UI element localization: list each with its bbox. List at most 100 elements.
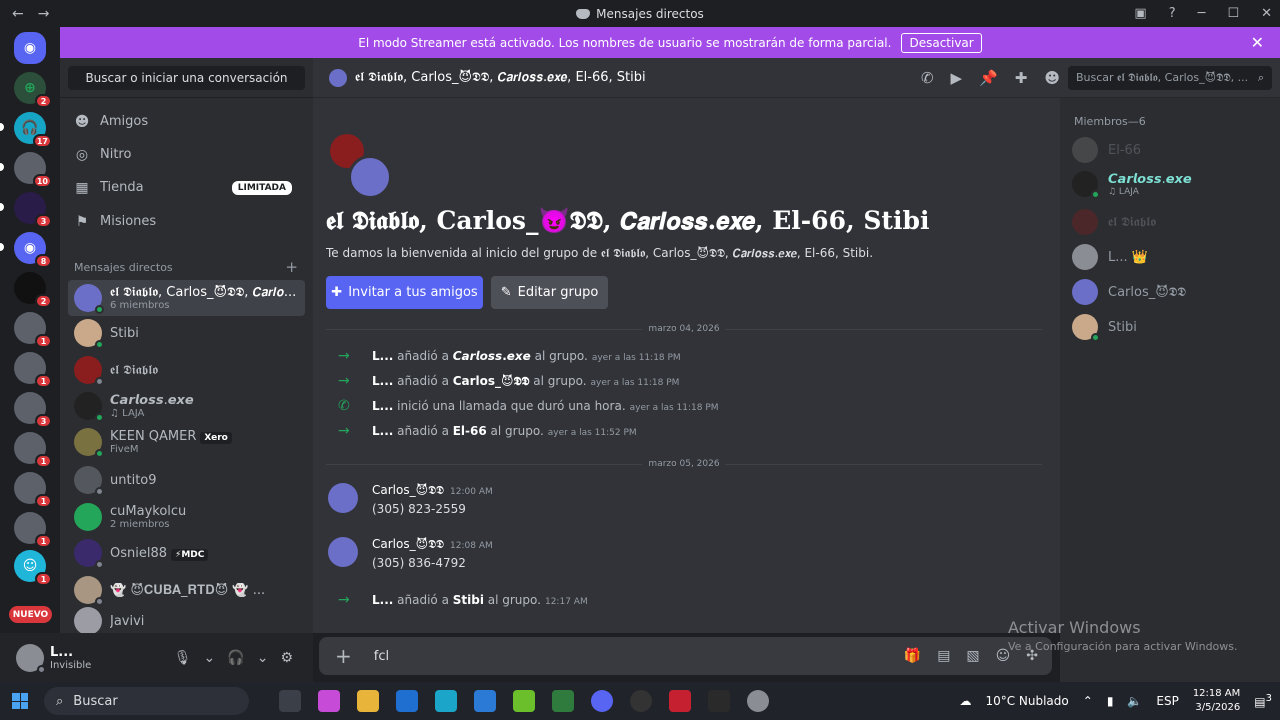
join-arrow-icon: → (338, 592, 350, 608)
dm-item[interactable]: KEEN QAMER Xero FiveM (68, 424, 305, 460)
avatar[interactable] (328, 537, 358, 567)
task-view-icon[interactable] (279, 690, 301, 712)
app-icon[interactable] (747, 690, 769, 712)
attach-plus-icon[interactable]: + (335, 644, 352, 668)
dm-item[interactable]: 𝘾𝙖𝙧𝙡𝙤𝙨𝙨.𝙚𝙭𝙚 ♫ LAJA (68, 388, 305, 424)
nvidia-icon[interactable] (513, 690, 535, 712)
member-item[interactable]: L... 👑 (1072, 244, 1148, 270)
server-icon[interactable]: 2 (14, 272, 52, 308)
group-title: 𝖊𝖑 𝕯𝖎𝖆𝖇𝖑𝖔, Carlos_😈𝕯𝕯, 𝘾𝙖𝙧𝙡𝙤𝙨𝙨.𝙚𝙭𝙚, El-6… (326, 206, 930, 235)
headphones-icon[interactable]: 🎧 (227, 650, 244, 666)
dm-item[interactable]: 𝖊𝖑 𝕯𝖎𝖆𝖇𝖑𝖔 (68, 352, 305, 388)
speaker-icon[interactable]: 🔈 (1127, 694, 1142, 708)
call-icon[interactable]: ✆ (921, 69, 934, 87)
member-item[interactable]: Carlos_😈𝕯𝕯 (1072, 279, 1186, 305)
member-item[interactable]: 𝖊𝖑 𝕯𝖎𝖆𝖇𝖑𝖔 (1072, 209, 1156, 235)
system-message: → L... añadió a Carlos_😈𝕯𝕯 al grupo. ayer … (338, 373, 680, 389)
video-icon[interactable]: ▶ (951, 69, 963, 87)
gif-icon[interactable]: ▤ (937, 648, 950, 664)
dm-item[interactable]: 𝖊𝖑 𝕯𝖎𝖆𝖇𝖑𝖔, Carlos_😈𝕯𝕯, 𝘾𝙖𝙧𝙡𝙤... 6 miembro… (68, 280, 305, 316)
invite-friends-button[interactable]: ✚ Invitar a tus amigos (326, 276, 483, 309)
avatar[interactable] (328, 483, 358, 513)
microphone-icon[interactable]: 🎙 (174, 650, 192, 666)
store-icon[interactable] (396, 690, 418, 712)
server-icon[interactable]: 1 (14, 472, 52, 508)
dm-item[interactable]: Osniel88 ⚡MDC (68, 535, 305, 571)
server-icon[interactable]: 10 (14, 152, 52, 188)
dm-item[interactable]: cuMaykolcu 2 miembros (68, 499, 305, 535)
nav-nitro[interactable]: ◎ Nitro (74, 147, 132, 162)
server-icon[interactable]: 3 (14, 192, 52, 228)
chevron-up-icon[interactable]: ⌃ (1083, 694, 1093, 708)
chevron-down-icon[interactable]: ⌄ (257, 650, 269, 666)
chevron-down-icon[interactable]: ⌄ (204, 650, 216, 666)
nav-friends[interactable]: ☻ Amigos (74, 114, 148, 129)
dm-item[interactable]: Stibi (68, 315, 305, 351)
windows-start-icon[interactable] (12, 693, 28, 709)
avatar[interactable] (16, 643, 46, 674)
disable-streamer-button[interactable]: Desactivar (901, 32, 982, 53)
sticker-icon[interactable]: ▧ (966, 648, 979, 664)
add-user-icon: ✚ (331, 285, 343, 300)
file-explorer-icon[interactable] (357, 690, 379, 712)
pin-icon[interactable]: 📌 (979, 69, 998, 87)
date-divider: marzo 04, 2026 (326, 324, 1042, 334)
server-icon[interactable]: 1 (14, 312, 52, 348)
maximize-button[interactable]: ☐ (1227, 6, 1239, 21)
inbox-icon[interactable]: ▣ (1134, 6, 1146, 21)
nav-shop[interactable]: ▦ Tienda (74, 180, 143, 195)
new-badge[interactable]: NUEVO (9, 606, 52, 623)
limited-tag: LIMITADA (231, 181, 292, 195)
create-dm-icon[interactable]: + (285, 258, 298, 276)
gear-icon[interactable]: ⚙ (280, 650, 293, 666)
steam-icon[interactable] (630, 690, 652, 712)
close-icon[interactable]: ✕ (1251, 33, 1264, 52)
notifications-icon[interactable]: ▤3 (1254, 693, 1272, 709)
server-icon[interactable]: 1 (14, 512, 52, 548)
edit-group-button[interactable]: ✎ Editar grupo (491, 276, 608, 309)
gift-icon[interactable]: 🎁 (904, 648, 921, 664)
message-input[interactable]: fcl (374, 649, 389, 664)
members-icon[interactable]: ☻ (1044, 69, 1060, 87)
dm-item[interactable]: Javivi (68, 607, 305, 635)
battery-icon[interactable]: ▮ (1107, 694, 1114, 708)
home-button[interactable]: ◉ (14, 32, 46, 64)
server-icon[interactable]: 1 (14, 352, 52, 388)
dm-item[interactable]: untito9 (68, 462, 305, 498)
back-arrow-icon[interactable]: ← (12, 6, 24, 22)
capcut-icon[interactable] (708, 690, 730, 712)
forward-arrow-icon[interactable]: → (38, 6, 50, 22)
server-icon[interactable]: 1 (14, 432, 52, 468)
server-icon[interactable]: 3 (14, 392, 52, 428)
server-icon[interactable]: ⊕ 2 (14, 72, 52, 108)
dm-search-input[interactable]: Buscar o iniciar una conversación (68, 66, 305, 90)
taskbar-search[interactable]: ⌕ Buscar (44, 687, 249, 715)
member-item[interactable]: 𝘾𝙖𝙧𝙡𝙤𝙨𝙨.𝙚𝙭𝙚 ♫ LAJA (1072, 171, 1192, 199)
adobe-icon[interactable] (669, 690, 691, 712)
edge-icon[interactable] (435, 690, 457, 712)
system-message: → L... añadió a El-66 al grupo. ayer a las… (338, 423, 637, 439)
server-icon[interactable]: ◉ 8 (14, 232, 52, 268)
nav-quests[interactable]: ⚑ Misiones (74, 214, 156, 229)
app-icon[interactable] (552, 690, 574, 712)
member-item[interactable]: Stibi (1072, 314, 1137, 342)
member-item[interactable]: El-66 (1072, 137, 1141, 163)
weather-text[interactable]: 10°C Nublado (985, 694, 1068, 708)
avatar (1072, 244, 1098, 270)
server-icon[interactable]: 🎧 17 (14, 112, 52, 148)
dm-item[interactable]: 👻 😈𝐂𝐔𝐁𝐀_𝐑𝐓𝐃😈 👻 ... (68, 572, 305, 608)
copilot-icon[interactable] (318, 690, 340, 712)
avatar (74, 392, 104, 422)
clock[interactable]: 12:18 AM 3/5/2026 (1193, 687, 1240, 715)
minimize-button[interactable]: ─ (1198, 6, 1206, 21)
add-friend-icon[interactable]: ✚ (1015, 69, 1028, 87)
language-indicator[interactable]: ESP (1156, 694, 1178, 708)
discord-taskbar-icon[interactable] (591, 690, 613, 712)
message-composer[interactable]: + fcl 🎁 ▤ ▧ ☺ ✣ (319, 637, 1052, 675)
chat-search-input[interactable]: Buscar 𝖊𝖑 𝕯𝖎𝖆𝖇𝖑𝖔, Carlos_😈𝕯𝕯, ... ⌕ (1068, 65, 1272, 90)
outlook-icon[interactable] (474, 690, 496, 712)
system-message: ✆ L... inició una llamada que duró una ho… (338, 398, 719, 414)
help-icon[interactable]: ? (1169, 6, 1176, 21)
server-icon[interactable]: ☺ 1 (14, 550, 52, 586)
close-window-button[interactable]: ✕ (1261, 6, 1272, 21)
